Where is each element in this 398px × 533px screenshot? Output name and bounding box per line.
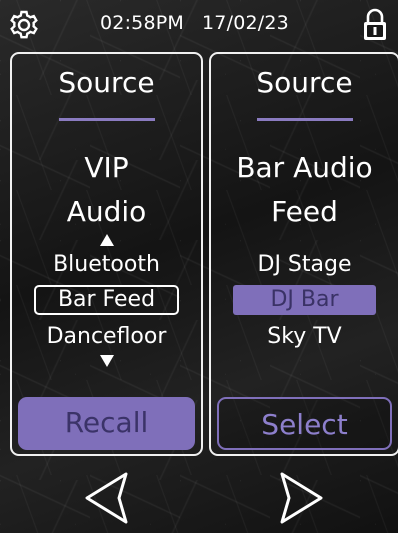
status-bar: 02:58PM 17/02/23 xyxy=(0,0,398,48)
select-button[interactable]: Select xyxy=(217,397,392,450)
left-panel-title: Source xyxy=(58,66,155,99)
left-scroll-down-icon[interactable] xyxy=(99,355,114,367)
left-source-panel: Source VIP Audio Bluetooth Bar Feed Danc… xyxy=(10,52,203,456)
right-option-dj-bar[interactable]: DJ Bar xyxy=(233,285,376,315)
left-scroll-up-icon[interactable] xyxy=(99,234,114,246)
left-option-dancefloor[interactable]: Dancefloor xyxy=(12,322,201,352)
right-selected-line1: Bar Audio xyxy=(236,151,373,184)
left-selected-line1: VIP xyxy=(84,151,129,184)
clock: 02:58PM 17/02/23 xyxy=(100,12,320,34)
left-option-bluetooth[interactable]: Bluetooth xyxy=(12,250,201,280)
right-source-panel: Source Bar Audio Feed DJ Stage DJ Bar Sk… xyxy=(209,52,398,456)
left-selected-line2: Audio xyxy=(66,195,147,228)
left-title-divider xyxy=(58,118,155,121)
right-selected-line2: Feed xyxy=(271,195,338,228)
chevron-left-icon[interactable] xyxy=(81,470,131,526)
gear-icon[interactable] xyxy=(8,9,40,41)
right-selected-source: Bar Audio Feed xyxy=(211,146,398,234)
left-selected-source: VIP Audio xyxy=(12,146,201,234)
right-panel-title: Source xyxy=(256,66,353,99)
lock-icon[interactable] xyxy=(362,8,388,42)
time-text: 02:58PM xyxy=(100,12,185,34)
right-title-divider xyxy=(256,118,353,121)
right-option-dj-stage[interactable]: DJ Stage xyxy=(211,250,398,280)
right-option-sky-tv[interactable]: Sky TV xyxy=(211,322,398,352)
recall-button[interactable]: Recall xyxy=(18,397,195,450)
left-option-bar-feed[interactable]: Bar Feed xyxy=(34,285,179,315)
date-text: 17/02/23 xyxy=(202,12,289,34)
chevron-right-icon[interactable] xyxy=(277,470,327,526)
